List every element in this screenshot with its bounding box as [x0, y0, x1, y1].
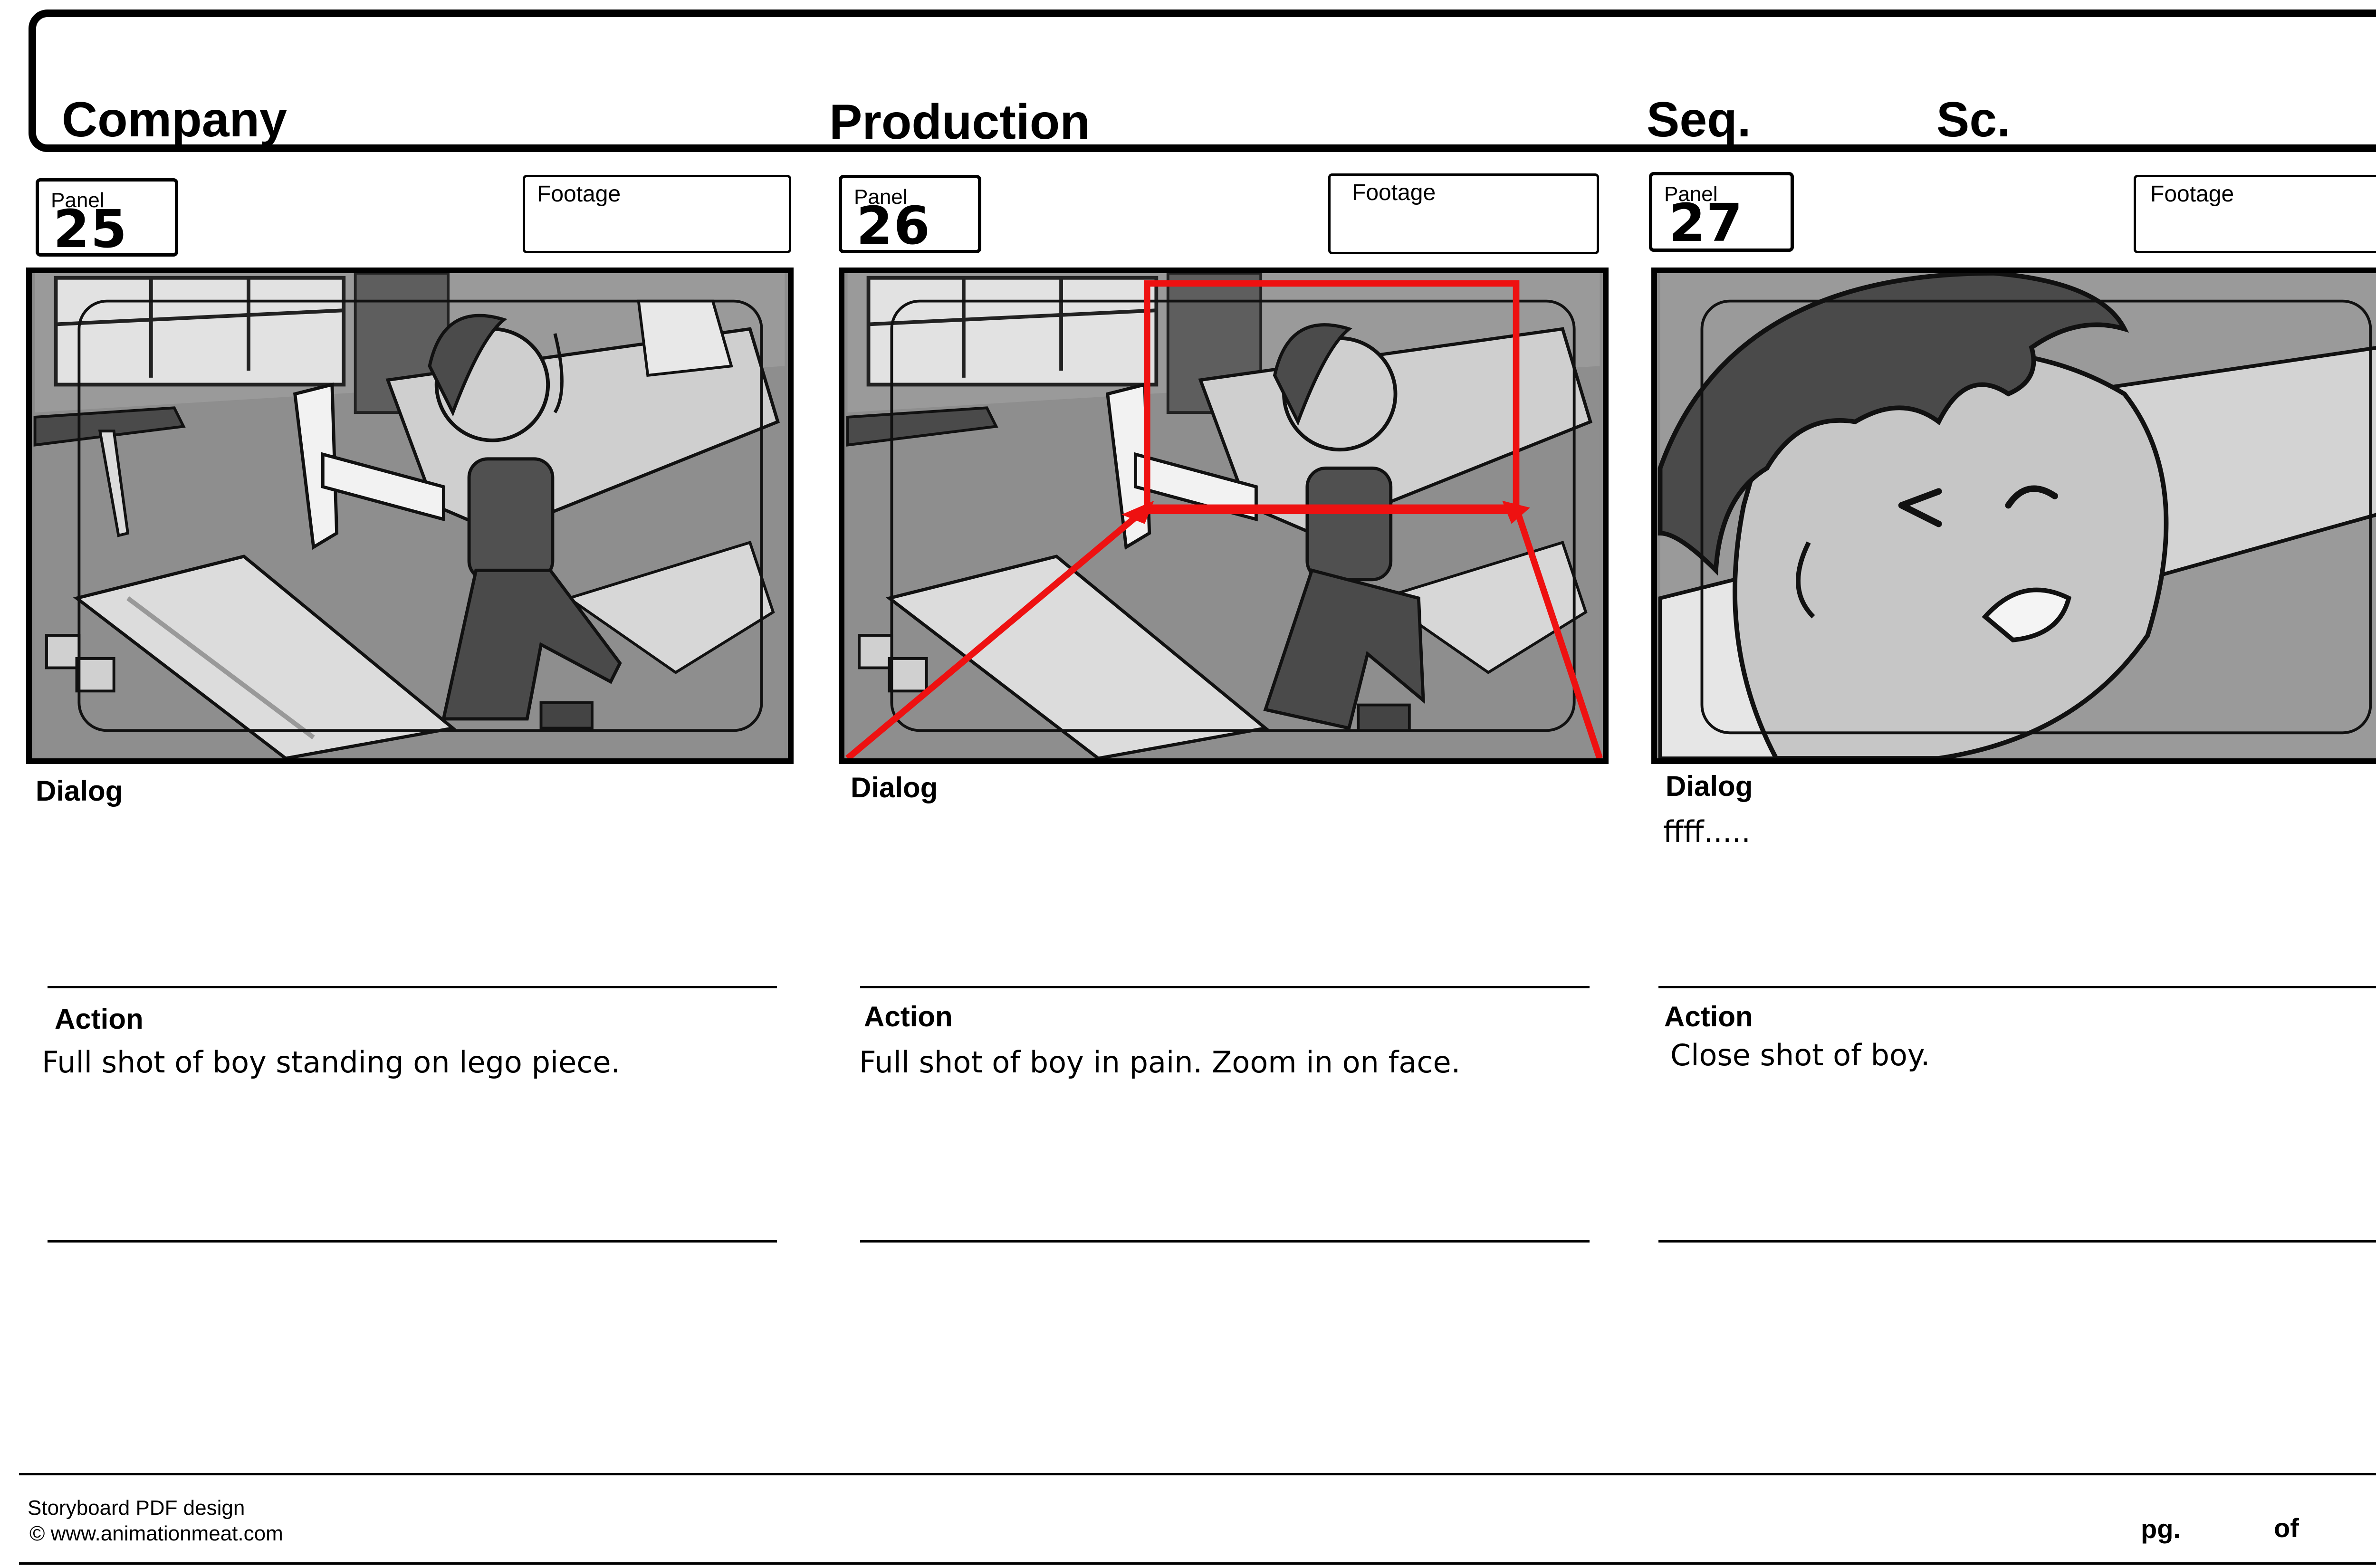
- action-rule: [1658, 1240, 2376, 1243]
- dialog-rule: [1658, 986, 2376, 988]
- action-text: Full shot of boy standing on lego piece.: [42, 1045, 621, 1080]
- credit-line-1: Storyboard PDF design: [28, 1496, 245, 1520]
- action-rule: [48, 1240, 777, 1243]
- dialog-label: Dialog: [851, 772, 938, 803]
- page-label: pg.: [2141, 1514, 2181, 1544]
- footer-bottom-rule: [19, 1562, 2376, 1565]
- scene-bedroom-pain-illustration: [845, 273, 1603, 758]
- seq-label: Seq.: [1647, 92, 1751, 147]
- credit-line-2: © www.animationmeat.com: [29, 1522, 283, 1545]
- header-box: [29, 10, 2376, 152]
- panel-number: 26: [856, 195, 931, 256]
- dialog-text: ffff.....: [1663, 814, 1751, 849]
- company-label: Company: [62, 92, 287, 147]
- footer-top-rule: [19, 1473, 2376, 1475]
- footage-box: Footage: [1328, 173, 1599, 254]
- action-label: Action: [1664, 1001, 1753, 1033]
- panel-number-box: Panel 25: [36, 178, 178, 257]
- dialog-label: Dialog: [36, 775, 123, 807]
- panel-frame: [26, 268, 794, 764]
- action-rule: [860, 1240, 1590, 1243]
- dialog-rule: [860, 986, 1590, 988]
- panel-number: 27: [1669, 192, 1744, 253]
- panel-number-box: Panel 26: [839, 175, 981, 253]
- scene-bedroom-illustration: [33, 273, 785, 758]
- panel-frame: [839, 268, 1609, 764]
- dialog-rule: [48, 986, 777, 988]
- action-label: Action: [864, 1001, 953, 1033]
- footage-label: Footage: [537, 182, 621, 207]
- panel-number-box: Panel 27: [1649, 172, 1794, 252]
- scene-closeup-illustration: [1657, 273, 2376, 758]
- footage-box: Footage: [2134, 175, 2376, 253]
- footage-box: Footage: [523, 175, 791, 253]
- footage-label: Footage: [2150, 182, 2234, 207]
- dialog-label: Dialog: [1666, 770, 1753, 802]
- action-text: Close shot of boy.: [1670, 1038, 1930, 1072]
- of-label: of: [2274, 1513, 2299, 1543]
- footage-label: Footage: [1352, 180, 1436, 205]
- action-text: Full shot of boy in pain. Zoom in on fac…: [859, 1045, 1461, 1080]
- sc-label: Sc.: [1936, 92, 2011, 147]
- panel-frame: [1651, 268, 2376, 764]
- production-label: Production: [829, 95, 1090, 150]
- panel-number: 25: [53, 199, 128, 259]
- action-label: Action: [55, 1003, 144, 1035]
